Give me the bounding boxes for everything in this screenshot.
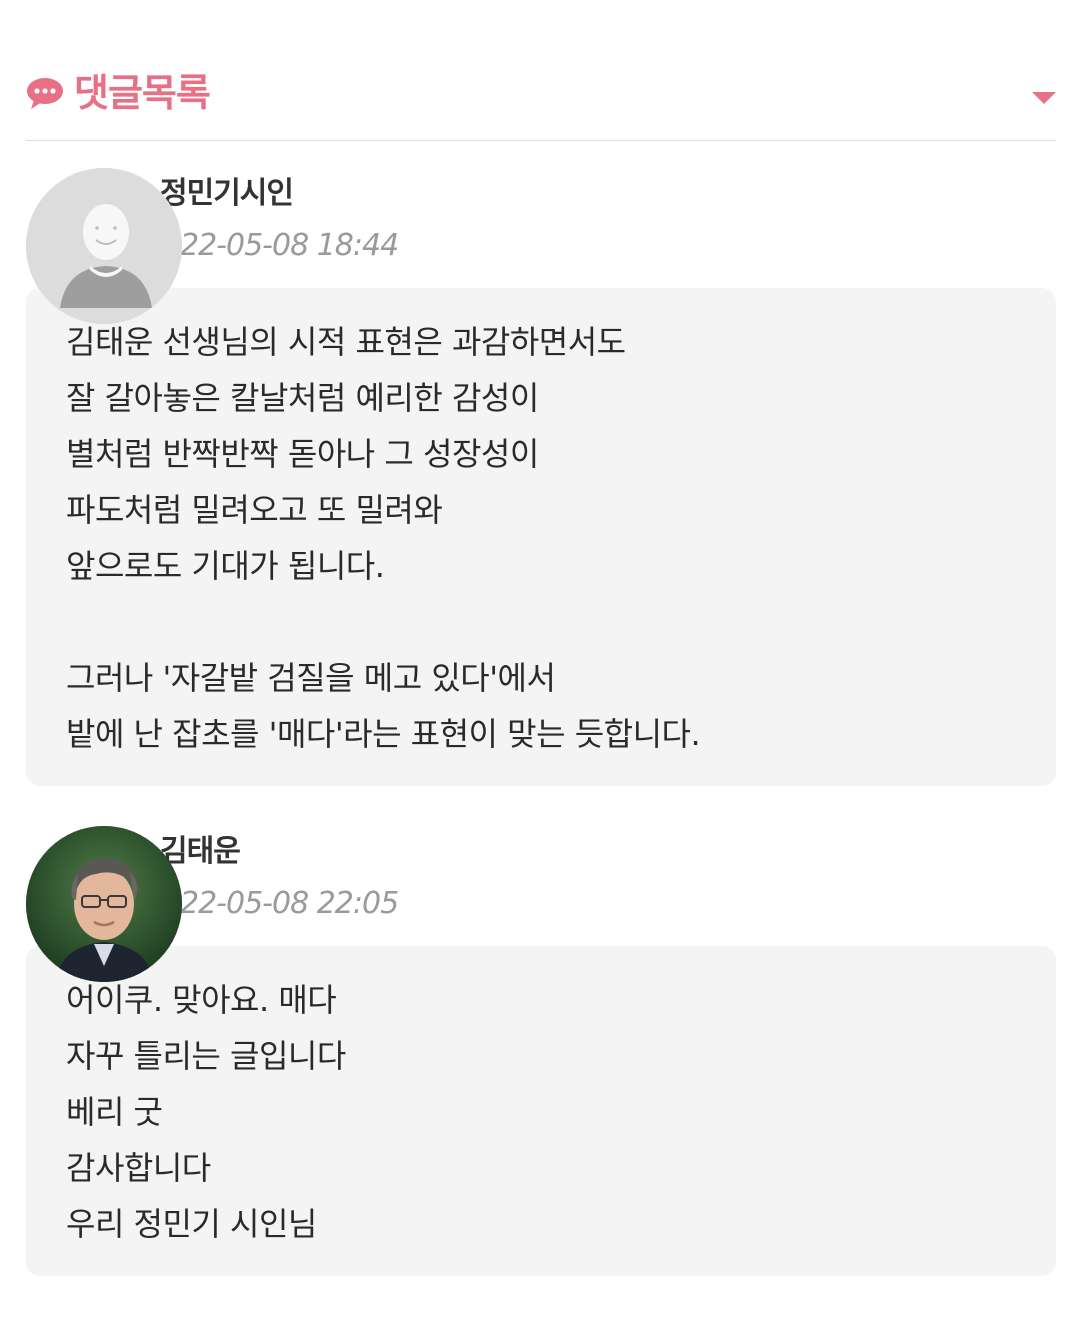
- comment-line: 별처럼 반짝반짝 돋아나 그 성장성이: [66, 435, 539, 473]
- comment-line: [66, 594, 1016, 650]
- caret-down-icon[interactable]: [1032, 90, 1056, 106]
- comment-line: 파도처럼 밀려오고 또 밀려와: [66, 491, 443, 529]
- comment-body: 어이쿠. 맞아요. 매다 자꾸 틀리는 글입니다 베리 굿 감사합니다 우리 정…: [26, 946, 1056, 1276]
- comment-body: 김태운 선생님의 시적 표현은 과감하면서도 잘 갈아놓은 칼날처럼 예리한 감…: [26, 288, 1056, 786]
- comment-line: 밭에 난 잡초를 '매다'라는 표현이 맞는 듯합니다.: [66, 715, 701, 753]
- speech-bubble-icon: [27, 78, 63, 109]
- comment-line: 베리 굿: [66, 1093, 163, 1131]
- user-photo-avatar[interactable]: [26, 826, 182, 982]
- comment-item: 김태운 선생님의 시적 표현은 과감하면서도 잘 갈아놓은 칼날처럼 예리한 감…: [26, 168, 1056, 788]
- header-divider: [26, 140, 1056, 141]
- comment-list-header: 댓글목록: [26, 70, 1056, 120]
- comment-list-title: 댓글목록: [74, 71, 211, 115]
- comment-line: 우리 정민기 시인님: [66, 1205, 317, 1243]
- comment-line: 잘 갈아놓은 칼날처럼 예리한 감성이: [66, 379, 539, 417]
- comment-line: 어이쿠. 맞아요. 매다: [66, 981, 337, 1019]
- comment-line: 감사합니다: [66, 1149, 211, 1187]
- comment-date: 22-05-08 22:05: [180, 886, 399, 921]
- default-avatar-icon[interactable]: [26, 168, 182, 324]
- comment-line: 그러나 '자갈밭 검질을 메고 있다'에서: [66, 659, 556, 697]
- comment-author[interactable]: 정민기시인: [160, 174, 294, 214]
- comment-line: 김태운 선생님의 시적 표현은 과감하면서도: [66, 323, 626, 361]
- comment-line: 앞으로도 기대가 됩니다.: [66, 547, 385, 585]
- comment-date: 22-05-08 18:44: [180, 228, 399, 263]
- comment-item: 어이쿠. 맞아요. 매다 자꾸 틀리는 글입니다 베리 굿 감사합니다 우리 정…: [26, 826, 1056, 1278]
- comment-line: 자꾸 틀리는 글입니다: [66, 1037, 346, 1075]
